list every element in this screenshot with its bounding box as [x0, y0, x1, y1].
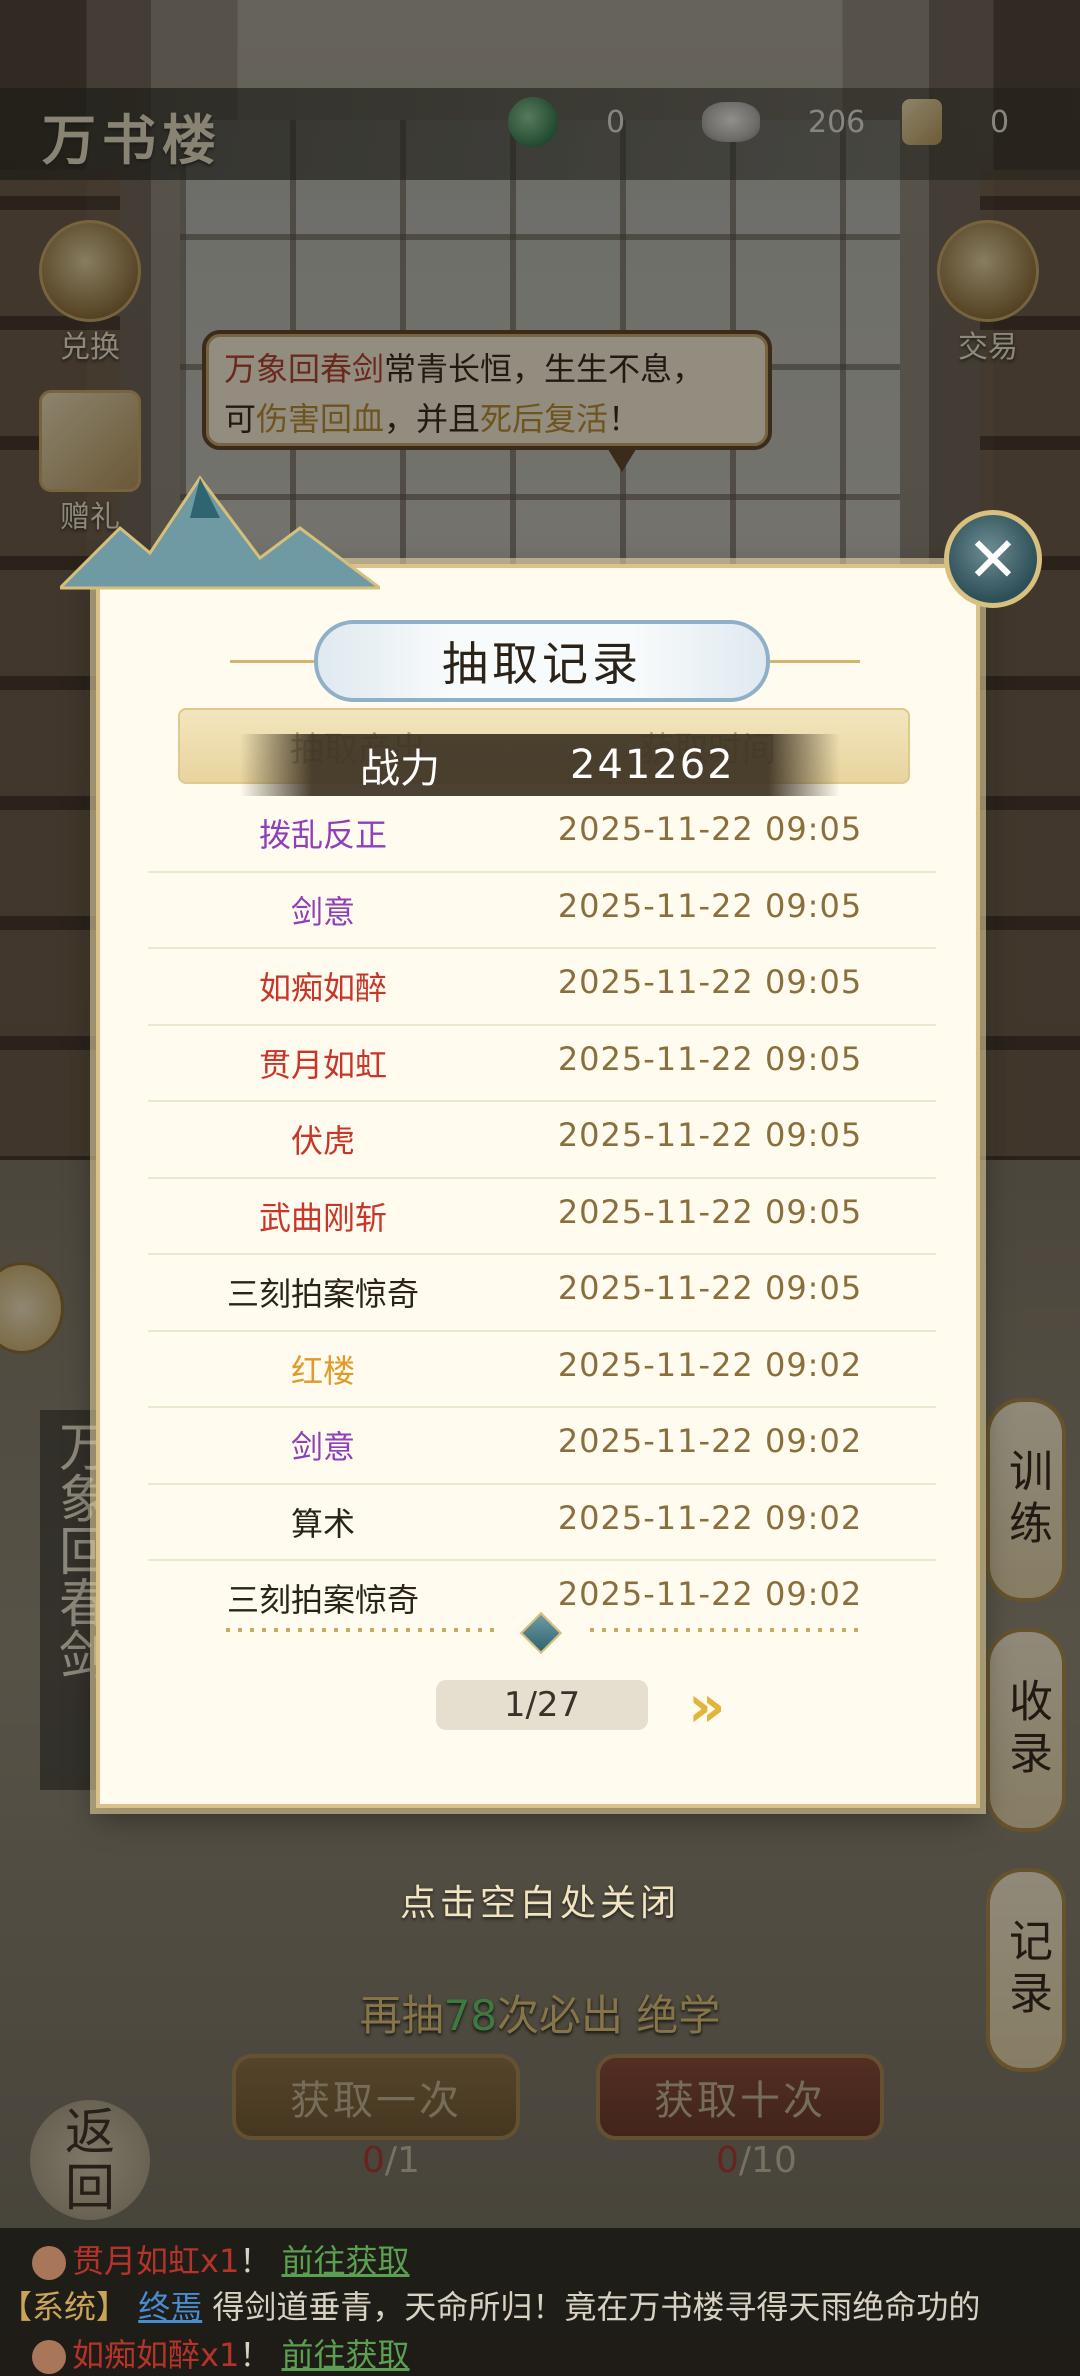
record-time: 2025-11-22 09:05 — [557, 1192, 863, 1231]
record-name: 拨乱反正 — [258, 816, 387, 854]
close-button[interactable]: ✕ — [944, 510, 1042, 608]
ticker-message: 得剑道垂青，天命所归！竟在万书楼寻得天雨绝命功的 — [202, 2288, 981, 2326]
divider-dots-left — [226, 1628, 496, 1632]
record-list: 拨乱反正 2025-11-22 09:05 剑意 2025-11-22 09:05 … — [148, 796, 936, 1636]
record-time: 2025-11-22 09:05 — [557, 963, 863, 1001]
ticker-line: 【系统】 终焉 得剑道垂青，天命所归！竟在万书楼寻得天雨绝命功的 — [0, 2282, 980, 2328]
go-obtain-link[interactable]: 前往获取 — [282, 2336, 410, 2374]
ticker-item: 如痴如醉x1 — [72, 2336, 240, 2374]
record-name: 如痴如醉 — [258, 969, 387, 1007]
table-row: 伏虎 2025-11-22 09:05 — [148, 1102, 936, 1179]
record-time: 2025-11-22 09:02 — [557, 1345, 863, 1384]
combat-power-banner: 战力 241262 — [240, 734, 840, 796]
ticker-sep: ！ — [239, 2242, 282, 2280]
system-tag: 【系统】 — [0, 2288, 129, 2326]
table-row: 算术 2025-11-22 09:02 — [148, 1485, 936, 1561]
avatar — [32, 2246, 66, 2280]
combat-power-label: 战力 — [360, 746, 440, 792]
record-name: 三刻拍案惊奇 — [226, 1581, 419, 1619]
table-row: 拨乱反正 2025-11-22 09:05 — [148, 796, 936, 873]
record-name: 伏虎 — [290, 1122, 355, 1160]
record-name: 剑意 — [290, 1428, 355, 1466]
draw-record-modal: 抽取记录 抽取产出 获取时间 战力 241262 拨乱反正2025-11-22 … — [60, 475, 980, 1808]
title-ornament-left — [230, 660, 320, 663]
record-time: 2025-11-22 09:05 — [557, 1039, 863, 1078]
mountain-ornament-icon — [60, 475, 380, 590]
title-ornament-right — [770, 660, 860, 663]
record-name: 武曲刚斩 — [258, 1198, 387, 1237]
table-row: 贯月如虹 2025-11-22 09:05 — [148, 1026, 936, 1102]
combat-power-value: 241262 — [570, 742, 735, 788]
table-row: 剑意 2025-11-22 09:02 — [148, 1408, 936, 1485]
table-row: 如痴如醉 2025-11-22 09:05 — [148, 949, 936, 1026]
close-icon: ✕ — [967, 522, 1019, 596]
record-time: 2025-11-22 09:02 — [557, 1575, 863, 1613]
record-time: 2025-11-22 09:05 — [557, 810, 863, 848]
record-time: 2025-11-22 09:02 — [557, 1422, 863, 1460]
table-row: 三刻拍案惊奇 2025-11-22 09:05 — [148, 1255, 936, 1332]
modal-title-frame: 抽取记录 — [314, 620, 770, 702]
close-hint: 点击空白处关闭 — [399, 1883, 680, 1924]
record-name: 贯月如虹 — [258, 1045, 387, 1084]
ticker-line: 如痴如醉x1！ 前往获取 — [32, 2330, 410, 2376]
record-time: 2025-11-22 09:05 — [557, 886, 863, 925]
divider-dots-right — [590, 1628, 860, 1632]
record-name: 剑意 — [290, 892, 355, 931]
modal-title: 抽取记录 — [442, 637, 642, 691]
record-name: 三刻拍案惊奇 — [226, 1275, 419, 1313]
player-name-link[interactable]: 终焉 — [138, 2288, 202, 2326]
table-row: 武曲刚斩 2025-11-22 09:05 — [148, 1179, 936, 1255]
table-row: 红楼 2025-11-22 09:02 — [148, 1332, 936, 1408]
avatar — [32, 2340, 66, 2374]
ticker-sep: ！ — [239, 2336, 282, 2374]
next-page-button[interactable]: » — [688, 1672, 726, 1740]
ticker-line: 贯月如虹x1！ 前往获取 — [32, 2236, 410, 2282]
chat-ticker: 贯月如虹x1！ 前往获取 【系统】 终焉 得剑道垂青，天命所归！竟在万书楼寻得天… — [0, 2228, 1080, 2376]
ticker-item: 贯月如虹x1 — [72, 2242, 240, 2280]
page-indicator: 1/27 — [436, 1680, 648, 1730]
record-time: 2025-11-22 09:05 — [557, 1269, 863, 1307]
table-row: 剑意 2025-11-22 09:05 — [148, 873, 936, 949]
record-name: 算术 — [290, 1504, 355, 1543]
record-time: 2025-11-22 09:02 — [557, 1498, 863, 1537]
record-name: 红楼 — [290, 1351, 355, 1390]
go-obtain-link[interactable]: 前往获取 — [282, 2242, 410, 2280]
record-time: 2025-11-22 09:05 — [557, 1116, 863, 1154]
